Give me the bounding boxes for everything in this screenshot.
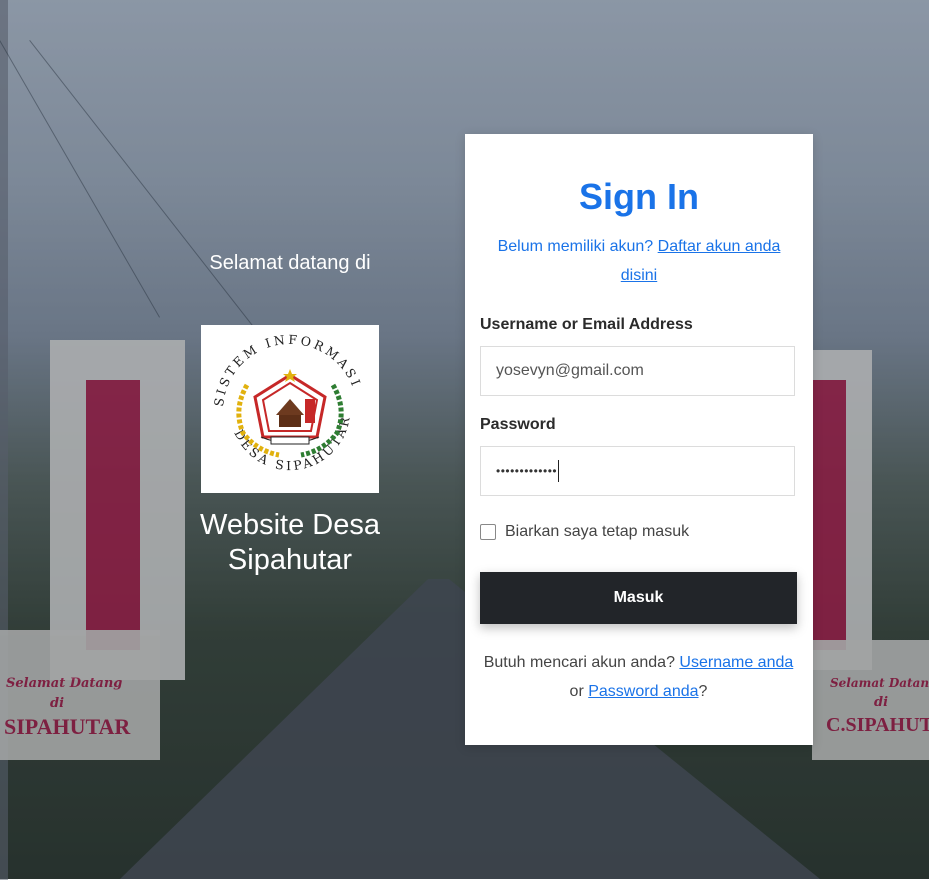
site-name-line2: Sipahutar xyxy=(227,544,353,576)
password-value: ••••••••••••• xyxy=(496,464,558,478)
forgot-suffix: ? xyxy=(698,683,708,700)
site-name: Website Desa Sipahutar xyxy=(150,508,430,578)
village-logo: SISTEM INFORMASI DESA SIPAHUTAR xyxy=(201,325,379,493)
text-caret xyxy=(558,460,560,482)
remember-checkbox[interactable] xyxy=(480,524,496,540)
username-value: yosevyn@gmail.com xyxy=(496,362,644,379)
welcome-text: Selamat datang di xyxy=(209,252,371,274)
forgot-username-link[interactable]: Username anda xyxy=(679,654,793,671)
username-input[interactable]: yosevyn@gmail.com xyxy=(480,346,795,396)
site-name-line1: Website Desa xyxy=(200,509,380,541)
sign-in-card: Sign In Belum memiliki akun? Daftar akun… xyxy=(465,134,813,745)
sign-in-title: Sign In xyxy=(579,176,699,217)
forgot-prompt: Butuh mencari akun anda? xyxy=(483,654,675,671)
remember-label: Biarkan saya tetap masuk xyxy=(505,523,690,540)
forgot-account: Butuh mencari akun anda? Username anda o… xyxy=(480,648,797,706)
sign-in-button[interactable]: Masuk xyxy=(480,572,797,624)
password-label: Password xyxy=(480,416,556,433)
password-input[interactable]: ••••••••••••• xyxy=(480,446,795,496)
remember-me[interactable]: Biarkan saya tetap masuk xyxy=(480,523,689,541)
username-label: Username or Email Address xyxy=(480,316,693,333)
register-prompt: Belum memiliki akun? Daftar akun anda di… xyxy=(495,232,783,290)
forgot-or: or xyxy=(569,683,584,700)
forgot-password-link[interactable]: Password anda xyxy=(588,683,698,700)
register-prompt-text: Belum memiliki akun? xyxy=(497,238,654,255)
